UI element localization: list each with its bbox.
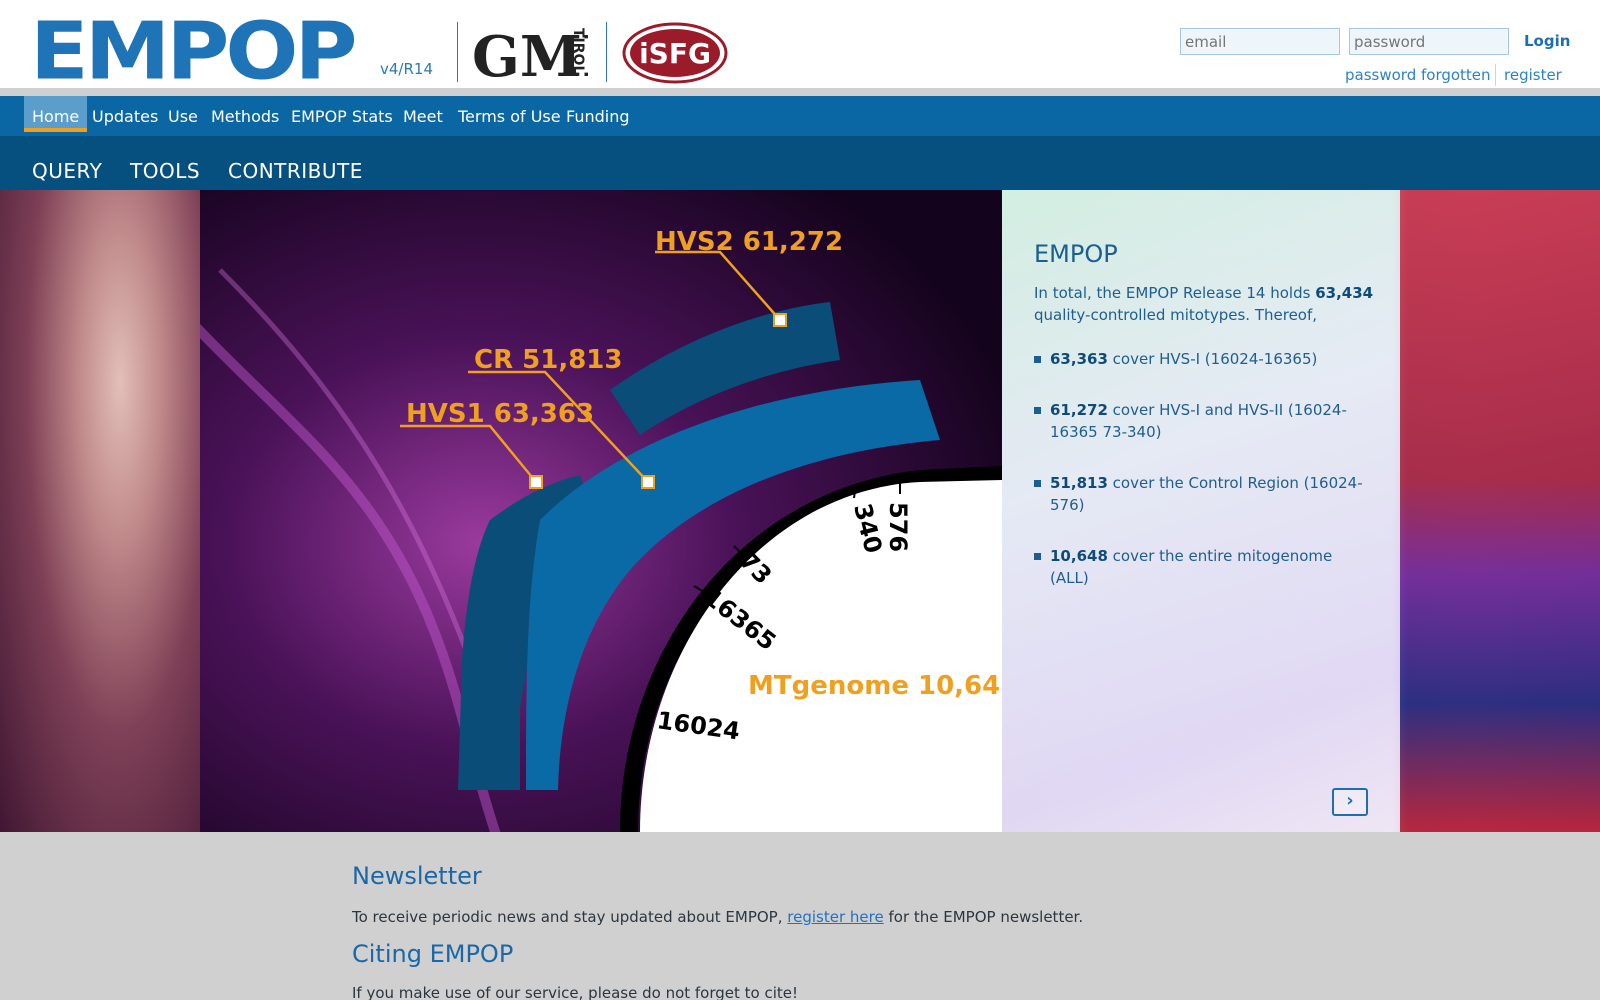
cr-marker	[641, 475, 655, 489]
hvs2-label: HVS2 61,272	[655, 227, 843, 257]
gmi-logo-sub: TIROL	[570, 28, 586, 74]
subnav-tools[interactable]: TOOLS	[130, 159, 200, 183]
hvs1-marker	[529, 475, 543, 489]
subnav-contribute[interactable]: CONTRIBUTE	[228, 159, 363, 183]
empop-logo[interactable]: EMPOP	[30, 6, 357, 99]
register-link[interactable]: register	[1504, 66, 1562, 84]
subnav-query[interactable]: QUERY	[32, 159, 102, 183]
mtdna-coverage-graphic: HVS2 61,272 CR 51,813 HVS1 63,363 MTgeno…	[200, 190, 1002, 832]
list-item: 63,363 cover HVS-I (16024-16365)	[1034, 348, 1370, 370]
nav-use[interactable]: Use	[168, 107, 198, 126]
hero-background-right	[1400, 190, 1600, 832]
email-field[interactable]	[1180, 28, 1340, 55]
info-intro: In total, the EMPOP Release 14 holds 63,…	[1034, 282, 1374, 326]
chevron-right-icon: ›	[1346, 790, 1354, 811]
list-item: 10,648 cover the entire mitogenome (ALL)	[1034, 545, 1370, 589]
item-count: 63,363	[1050, 350, 1108, 368]
coverage-list: 63,363 cover HVS-I (16024-16365) 61,272 …	[1034, 348, 1370, 618]
hero-carousel: HVS2 61,272 CR 51,813 HVS1 63,363 MTgeno…	[0, 190, 1600, 832]
position-576: 576	[884, 502, 912, 552]
gmi-tirol-logo[interactable]: GMI TIROL	[472, 22, 588, 84]
intro-count: 63,434	[1315, 284, 1374, 302]
newsletter-text-before: To receive periodic news and stay update…	[352, 908, 783, 926]
sub-nav: QUERY TOOLS CONTRIBUTE	[0, 136, 1600, 190]
logo-divider	[606, 22, 607, 82]
list-item: 61,272 cover HVS-I and HVS-II (16024-163…	[1034, 399, 1370, 443]
main-nav: Home Updates Use Methods EMPOP Stats Mee…	[0, 96, 1600, 136]
nav-terms-of-use[interactable]: Terms of Use	[458, 107, 561, 126]
newsletter-title: Newsletter	[352, 862, 482, 890]
tick-16024	[637, 725, 651, 728]
item-text: cover HVS-I (16024-16365)	[1112, 350, 1318, 368]
list-item: 51,813 cover the Control Region (16024-5…	[1034, 472, 1370, 516]
intro-prefix: In total, the EMPOP Release 14 holds	[1034, 284, 1311, 302]
nav-meet[interactable]: Meet	[403, 107, 443, 126]
logo-text: EMPOP	[30, 6, 357, 99]
release-info-panel: EMPOP In total, the EMPOP Release 14 hol…	[1002, 190, 1400, 832]
newsletter-text-after: for the EMPOP newsletter.	[888, 908, 1084, 926]
item-count: 10,648	[1050, 547, 1108, 565]
newsletter-text: To receive periodic news and stay update…	[352, 908, 1083, 926]
nav-funding[interactable]: Funding	[566, 107, 630, 126]
isfg-logo-text: iSFG	[639, 37, 711, 70]
citing-text: If you make use of our service, please d…	[352, 984, 799, 1000]
citing-title: Citing EMPOP	[352, 940, 514, 968]
nav-home[interactable]: Home	[24, 96, 88, 132]
password-forgotten-link[interactable]: password forgotten	[1345, 66, 1491, 84]
isfg-logo[interactable]: iSFG	[622, 22, 728, 84]
logo-divider	[457, 22, 458, 82]
nav-empop-stats[interactable]: EMPOP Stats	[291, 107, 393, 126]
hvs1-label: HVS1 63,363	[406, 399, 594, 429]
link-divider	[1495, 64, 1496, 86]
hero-background-left	[0, 190, 200, 832]
nav-methods[interactable]: Methods	[211, 107, 279, 126]
login-button[interactable]: Login	[1524, 32, 1570, 50]
nav-updates[interactable]: Updates	[92, 107, 158, 126]
item-count: 51,813	[1050, 474, 1108, 492]
version-label: v4/R14	[380, 60, 433, 78]
carousel-next-button[interactable]: ›	[1332, 788, 1368, 816]
main-content: Newsletter To receive periodic news and …	[0, 832, 1600, 1000]
mtgenome-label: MTgenome 10,648	[748, 671, 1002, 701]
header: EMPOP v4/R14 GMI TIROL iSFG Login passwo…	[0, 0, 1600, 99]
password-field[interactable]	[1349, 28, 1509, 55]
cr-label: CR 51,813	[474, 345, 622, 375]
newsletter-register-link[interactable]: register here	[787, 908, 883, 926]
header-divider	[0, 88, 1600, 96]
intro-suffix: quality-controlled mitotypes. Thereof,	[1034, 306, 1318, 324]
info-title: EMPOP	[1034, 240, 1118, 268]
hvs2-marker	[773, 313, 787, 327]
item-count: 61,272	[1050, 401, 1108, 419]
